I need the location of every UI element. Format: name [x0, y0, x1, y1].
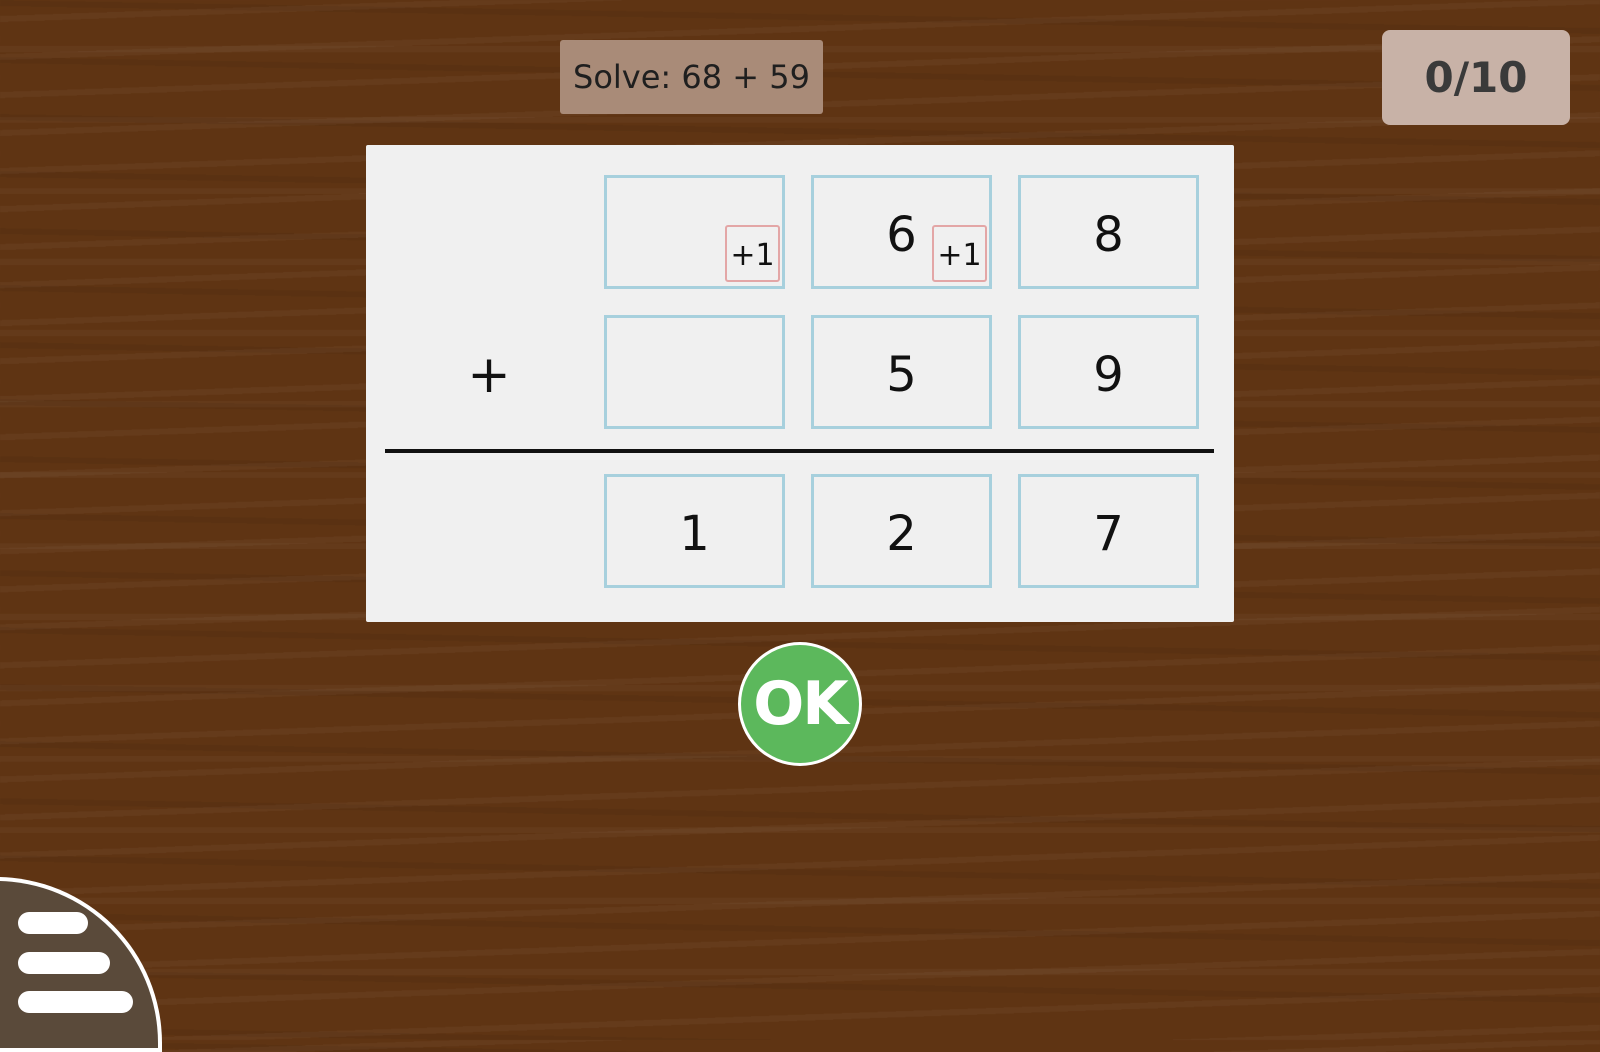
menu-bar-middle — [18, 952, 110, 974]
sum-divider-line — [385, 449, 1214, 453]
ok-button-label: OK — [741, 645, 859, 763]
plus-operator: + — [467, 345, 511, 405]
score-counter: 0/10 — [1382, 30, 1570, 125]
bottom-ones-cell[interactable]: 9 — [1018, 315, 1199, 429]
menu-bar-top — [18, 912, 88, 934]
answer-tens-cell[interactable]: 2 — [811, 474, 992, 588]
answer-hundreds-cell[interactable]: 1 — [604, 474, 785, 588]
bottom-tens-cell[interactable]: 5 — [811, 315, 992, 429]
menu-button[interactable] — [0, 877, 162, 1052]
answer-ones-cell[interactable]: 7 — [1018, 474, 1199, 588]
addition-board: 6 8 +1 +1 + 5 9 1 2 7 — [366, 145, 1234, 622]
top-ones-cell[interactable]: 8 — [1018, 175, 1199, 289]
ok-button[interactable]: OK — [738, 642, 862, 766]
problem-prompt: Solve: 68 + 59 — [560, 40, 823, 114]
menu-bar-bottom — [18, 991, 133, 1013]
bottom-hundreds-cell[interactable] — [604, 315, 785, 429]
carry-mark-hundreds[interactable]: +1 — [725, 225, 780, 282]
carry-mark-tens[interactable]: +1 — [932, 225, 987, 282]
